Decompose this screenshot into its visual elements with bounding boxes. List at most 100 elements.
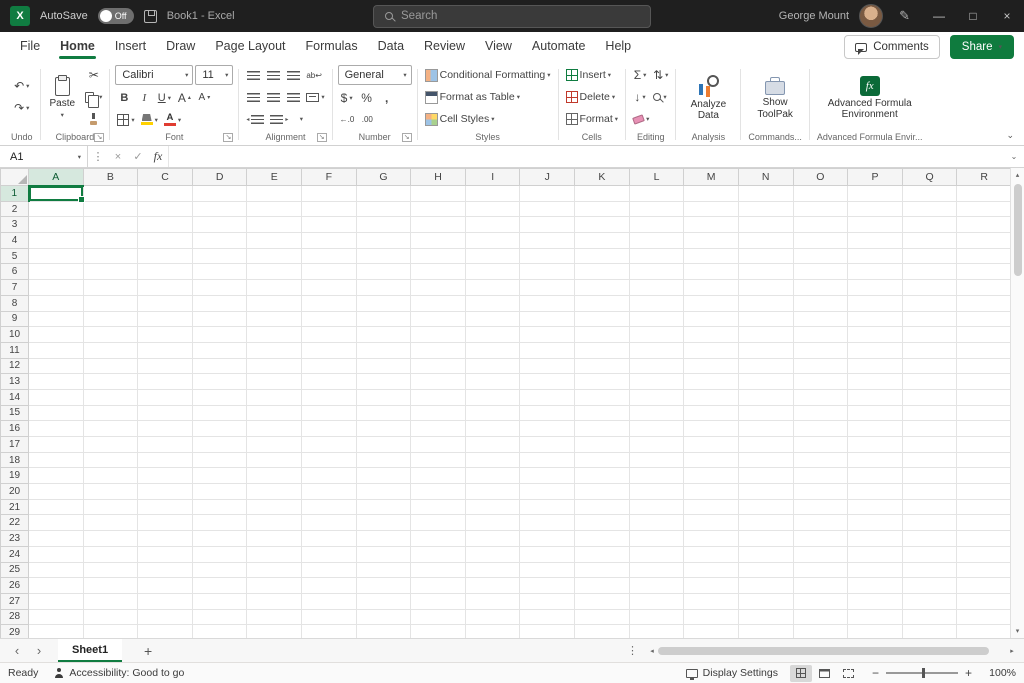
cell-J21[interactable] <box>520 499 575 515</box>
cell-B3[interactable] <box>83 217 138 233</box>
cell-H9[interactable] <box>411 311 466 327</box>
cell-G29[interactable] <box>356 625 411 638</box>
tab-view[interactable]: View <box>475 34 522 60</box>
row-header-24[interactable]: 24 <box>1 546 29 562</box>
cell-styles-button[interactable]: Cell Styles▾ <box>423 110 497 129</box>
cell-M14[interactable] <box>684 389 739 405</box>
cell-G19[interactable] <box>356 468 411 484</box>
cell-D26[interactable] <box>192 578 247 594</box>
restore-button[interactable]: □ <box>956 0 990 32</box>
cell-O21[interactable] <box>793 499 848 515</box>
cell-A8[interactable] <box>29 295 84 311</box>
cell-N17[interactable] <box>738 437 793 453</box>
cell-R19[interactable] <box>957 468 1012 484</box>
close-button[interactable]: × <box>990 0 1024 32</box>
cell-M2[interactable] <box>684 201 739 217</box>
cell-F15[interactable] <box>302 405 357 421</box>
cell-H21[interactable] <box>411 499 466 515</box>
row-header-8[interactable]: 8 <box>1 295 29 311</box>
cell-H23[interactable] <box>411 531 466 547</box>
autosave-toggle[interactable]: Off <box>98 8 134 24</box>
cell-N9[interactable] <box>738 311 793 327</box>
cell-G28[interactable] <box>356 609 411 625</box>
increase-decimal-button[interactable]: ←.0 <box>338 110 357 129</box>
cell-L27[interactable] <box>629 593 684 609</box>
cell-I21[interactable] <box>465 499 520 515</box>
cell-C23[interactable] <box>138 531 193 547</box>
cell-C1[interactable] <box>138 186 193 202</box>
cell-E1[interactable] <box>247 186 302 202</box>
cell-B8[interactable] <box>83 295 138 311</box>
cell-I3[interactable] <box>465 217 520 233</box>
cell-A23[interactable] <box>29 531 84 547</box>
cell-P2[interactable] <box>848 201 903 217</box>
cell-N7[interactable] <box>738 280 793 296</box>
cell-O16[interactable] <box>793 421 848 437</box>
scroll-right-arrow[interactable]: ▸ <box>1006 647 1018 655</box>
cell-A25[interactable] <box>29 562 84 578</box>
cell-I22[interactable] <box>465 515 520 531</box>
cell-O22[interactable] <box>793 515 848 531</box>
cell-Q17[interactable] <box>902 437 957 453</box>
cell-M22[interactable] <box>684 515 739 531</box>
row-header-1[interactable]: 1 <box>1 186 29 202</box>
cell-J25[interactable] <box>520 562 575 578</box>
name-box[interactable]: A1 ▾ <box>0 146 88 167</box>
autosum-button[interactable]: Σ▾ <box>631 66 649 85</box>
cell-C28[interactable] <box>138 609 193 625</box>
cell-F6[interactable] <box>302 264 357 280</box>
cell-A4[interactable] <box>29 233 84 249</box>
cell-N24[interactable] <box>738 546 793 562</box>
cell-H27[interactable] <box>411 593 466 609</box>
cell-L15[interactable] <box>629 405 684 421</box>
cell-K2[interactable] <box>575 201 630 217</box>
cell-P20[interactable] <box>848 484 903 500</box>
cell-J12[interactable] <box>520 358 575 374</box>
copy-button[interactable]: ▾ <box>83 88 104 107</box>
cell-Q23[interactable] <box>902 531 957 547</box>
cell-F8[interactable] <box>302 295 357 311</box>
cell-I14[interactable] <box>465 389 520 405</box>
sheet-tab-sheet1[interactable]: Sheet1 <box>58 639 122 662</box>
cell-N15[interactable] <box>738 405 793 421</box>
row-header-26[interactable]: 26 <box>1 578 29 594</box>
cell-R17[interactable] <box>957 437 1012 453</box>
row-header-6[interactable]: 6 <box>1 264 29 280</box>
cell-H1[interactable] <box>411 186 466 202</box>
cell-O12[interactable] <box>793 358 848 374</box>
cell-J10[interactable] <box>520 327 575 343</box>
zoom-slider-knob[interactable] <box>922 668 925 678</box>
cell-F1[interactable] <box>302 186 357 202</box>
cell-G7[interactable] <box>356 280 411 296</box>
cell-I27[interactable] <box>465 593 520 609</box>
cell-H12[interactable] <box>411 358 466 374</box>
cell-H10[interactable] <box>411 327 466 343</box>
cell-F18[interactable] <box>302 452 357 468</box>
cell-L14[interactable] <box>629 389 684 405</box>
cell-H16[interactable] <box>411 421 466 437</box>
tab-data[interactable]: Data <box>368 34 414 60</box>
cell-L2[interactable] <box>629 201 684 217</box>
cell-K6[interactable] <box>575 264 630 280</box>
cell-E12[interactable] <box>247 358 302 374</box>
cell-J15[interactable] <box>520 405 575 421</box>
cell-F29[interactable] <box>302 625 357 638</box>
cell-M13[interactable] <box>684 374 739 390</box>
cell-O14[interactable] <box>793 389 848 405</box>
cell-P8[interactable] <box>848 295 903 311</box>
cell-J14[interactable] <box>520 389 575 405</box>
cell-M11[interactable] <box>684 342 739 358</box>
cell-B23[interactable] <box>83 531 138 547</box>
cell-K11[interactable] <box>575 342 630 358</box>
excel-app-icon[interactable]: X <box>10 6 30 26</box>
cell-J28[interactable] <box>520 609 575 625</box>
cell-B13[interactable] <box>83 374 138 390</box>
cell-A18[interactable] <box>29 452 84 468</box>
column-header-E[interactable]: E <box>247 169 302 186</box>
cell-P11[interactable] <box>848 342 903 358</box>
cell-G6[interactable] <box>356 264 411 280</box>
cell-N21[interactable] <box>738 499 793 515</box>
normal-view-button[interactable] <box>790 665 812 682</box>
cell-I11[interactable] <box>465 342 520 358</box>
cell-D21[interactable] <box>192 499 247 515</box>
